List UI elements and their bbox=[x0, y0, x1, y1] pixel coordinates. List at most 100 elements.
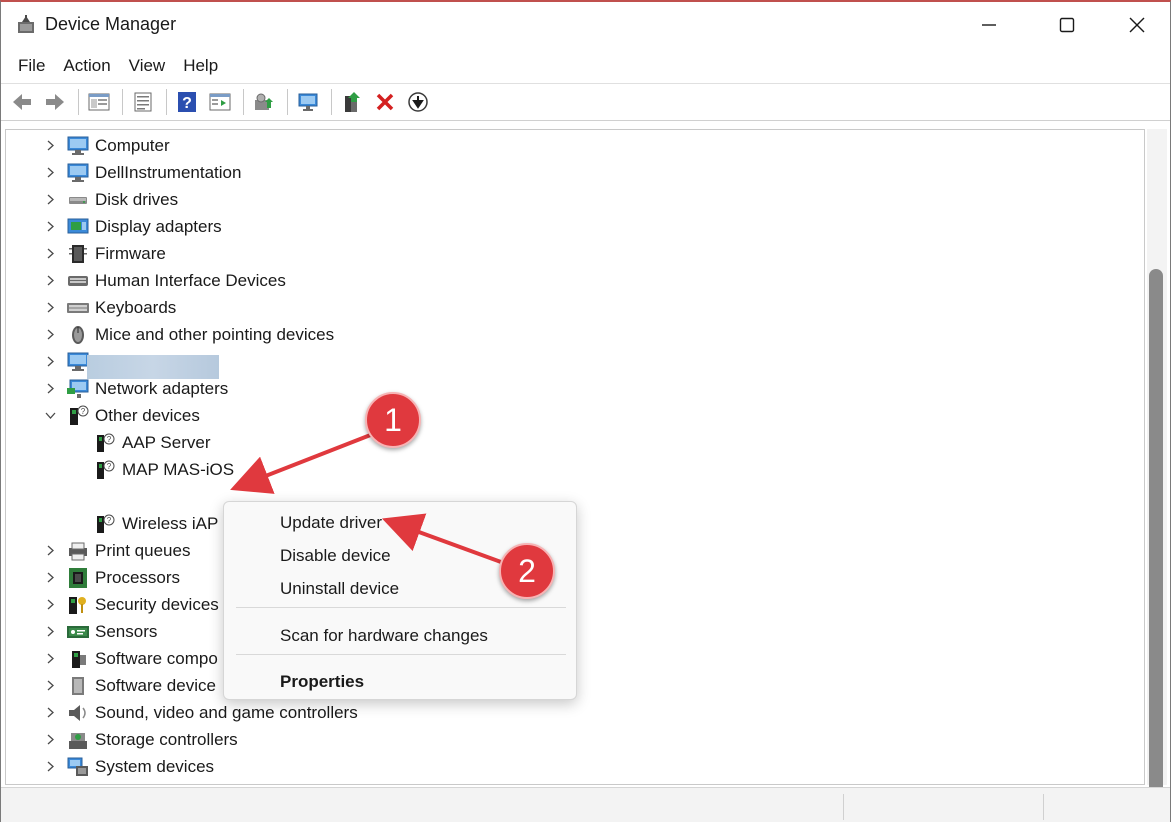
menu-update-driver[interactable]: Update driver bbox=[280, 513, 382, 533]
tree-category-human-interface-devices[interactable]: Human Interface Devices bbox=[42, 267, 286, 294]
minimize-button[interactable] bbox=[953, 2, 1025, 48]
chevron-right-icon[interactable] bbox=[42, 138, 58, 154]
tree-category-keyboards[interactable]: Keyboards bbox=[42, 294, 176, 321]
close-button[interactable] bbox=[1101, 2, 1171, 48]
properties-toolbar-button[interactable] bbox=[128, 87, 158, 117]
tree-category-network-adapters[interactable]: Network adapters bbox=[42, 375, 228, 402]
tree-category-other-devices[interactable]: ? Other devices bbox=[42, 402, 200, 429]
tree-category-label: Keyboards bbox=[95, 297, 177, 317]
tree-category-label: System devices bbox=[95, 756, 215, 776]
tree-device-label: AAP Server bbox=[122, 432, 211, 452]
annotation-badge-2: 2 bbox=[499, 543, 555, 599]
tree-category-label: Software compo bbox=[95, 648, 218, 668]
vertical-scrollbar[interactable] bbox=[1147, 129, 1167, 822]
tree-category-sound-video-and-game-controllers[interactable]: Sound, video and game controllers bbox=[42, 699, 358, 726]
chevron-right-icon[interactable] bbox=[42, 246, 58, 262]
tree-device-aap-server[interactable]: ? AAP Server bbox=[94, 429, 211, 456]
tree-category-display-adapters[interactable]: Display adapters bbox=[42, 213, 222, 240]
sensors-icon bbox=[66, 621, 90, 643]
other-devices-icon: ? bbox=[66, 405, 90, 427]
action-pane-button[interactable] bbox=[205, 87, 235, 117]
back-button[interactable] bbox=[7, 87, 37, 117]
tree-category-label: Other devices bbox=[95, 405, 200, 425]
chevron-right-icon[interactable] bbox=[42, 570, 58, 586]
toolbar-separator bbox=[287, 89, 288, 115]
uninstall-device-toolbar-button[interactable] bbox=[370, 87, 400, 117]
chevron-right-icon[interactable] bbox=[42, 759, 58, 775]
software-device-icon bbox=[66, 675, 90, 697]
storage-controllers-icon bbox=[66, 729, 90, 751]
chevron-right-icon[interactable] bbox=[42, 678, 58, 694]
maximize-icon bbox=[1059, 17, 1075, 33]
chevron-right-icon[interactable] bbox=[42, 273, 58, 289]
tree-category-label: DellInstrumentation bbox=[95, 162, 242, 182]
chevron-right-icon[interactable] bbox=[42, 732, 58, 748]
update-driver-toolbar-button[interactable] bbox=[249, 87, 279, 117]
tree-category-disk-drives[interactable]: Disk drives bbox=[42, 186, 178, 213]
menu-disable-device[interactable]: Disable device bbox=[280, 546, 391, 566]
properties-sheet-icon bbox=[134, 92, 152, 112]
toolbar-separator bbox=[243, 89, 244, 115]
chevron-right-icon[interactable] bbox=[42, 543, 58, 559]
chevron-right-icon[interactable] bbox=[42, 651, 58, 667]
menu-view[interactable]: View bbox=[120, 50, 175, 82]
chevron-right-icon[interactable] bbox=[42, 219, 58, 235]
device-manager-window: Device Manager File Action View Help ? C… bbox=[0, 0, 1171, 822]
forward-button[interactable] bbox=[40, 87, 70, 117]
tree-category-firmware[interactable]: Firmware bbox=[42, 240, 166, 267]
tree-category-software-device[interactable]: Software device bbox=[42, 672, 216, 699]
menu-help[interactable]: Help bbox=[174, 50, 227, 82]
chevron-right-icon[interactable] bbox=[42, 354, 58, 370]
tree-category-sensors[interactable]: Sensors bbox=[42, 618, 157, 645]
status-bar bbox=[1, 787, 1170, 822]
tree-category-label: Sound, video and game controllers bbox=[95, 702, 358, 722]
tree-category-software-compo[interactable]: Software compo bbox=[42, 645, 218, 672]
minimize-icon bbox=[982, 24, 996, 26]
tree-category-security-devices[interactable]: Security devices bbox=[42, 591, 219, 618]
tree-device-map-mas-ios[interactable]: ? MAP MAS-iOS bbox=[94, 456, 234, 483]
chevron-right-icon[interactable] bbox=[42, 192, 58, 208]
chevron-right-icon[interactable] bbox=[42, 381, 58, 397]
tree-device-wireless-iap[interactable]: ? Wireless iAP bbox=[94, 510, 218, 537]
chevron-right-icon[interactable] bbox=[42, 300, 58, 316]
maximize-button[interactable] bbox=[1031, 2, 1103, 48]
menu-scan-hardware-changes[interactable]: Scan for hardware changes bbox=[280, 626, 488, 646]
tree-category-computer[interactable]: Computer bbox=[42, 132, 170, 159]
chevron-right-icon[interactable] bbox=[42, 705, 58, 721]
tree-category-processors[interactable]: Processors bbox=[42, 564, 180, 591]
unknown-device-icon: ? bbox=[94, 459, 116, 481]
disk-drives-icon bbox=[66, 189, 90, 211]
chevron-down-icon[interactable] bbox=[42, 408, 58, 424]
tree-category-label: Mice and other pointing devices bbox=[95, 324, 335, 344]
device-manager-app-icon bbox=[15, 13, 37, 35]
tree-category-mice-and-other-pointing-devices[interactable]: Mice and other pointing devices bbox=[42, 321, 334, 348]
menu-action[interactable]: Action bbox=[54, 50, 119, 82]
scan-hardware-toolbar-button[interactable] bbox=[293, 87, 323, 117]
chevron-right-icon[interactable] bbox=[42, 327, 58, 343]
show-hide-console-tree-button[interactable] bbox=[84, 87, 114, 117]
software-compo-icon bbox=[66, 648, 90, 670]
chevron-right-icon[interactable] bbox=[42, 597, 58, 613]
tree-category-dellinstrumentation[interactable]: DellInstrumentation bbox=[42, 159, 241, 186]
toolbar-separator bbox=[122, 89, 123, 115]
tree-category-label: Display adapters bbox=[95, 216, 222, 236]
add-legacy-hardware-button[interactable] bbox=[337, 87, 367, 117]
menu-properties[interactable]: Properties bbox=[280, 672, 364, 692]
keyboards-icon bbox=[66, 297, 90, 319]
display-adapters-icon bbox=[66, 216, 90, 238]
back-arrow-icon bbox=[13, 94, 31, 110]
menu-file[interactable]: File bbox=[9, 50, 54, 82]
help-toolbar-button[interactable]: ? bbox=[172, 87, 202, 117]
menu-uninstall-device[interactable]: Uninstall device bbox=[280, 579, 399, 599]
disable-device-toolbar-button[interactable] bbox=[403, 87, 433, 117]
tree-category-system-devices[interactable]: System devices bbox=[42, 753, 214, 780]
chevron-right-icon[interactable] bbox=[42, 624, 58, 640]
human-interface-devices-icon bbox=[66, 270, 90, 292]
scrollbar-thumb[interactable] bbox=[1149, 269, 1163, 822]
chevron-right-icon[interactable] bbox=[42, 165, 58, 181]
selected-device-blurred[interactable] bbox=[87, 355, 219, 379]
tree-category-storage-controllers[interactable]: Storage controllers bbox=[42, 726, 238, 753]
tree-category-print-queues[interactable]: Print queues bbox=[42, 537, 190, 564]
scan-hardware-icon bbox=[298, 93, 318, 111]
context-menu: Update driver Disable device Uninstall d… bbox=[223, 501, 577, 700]
